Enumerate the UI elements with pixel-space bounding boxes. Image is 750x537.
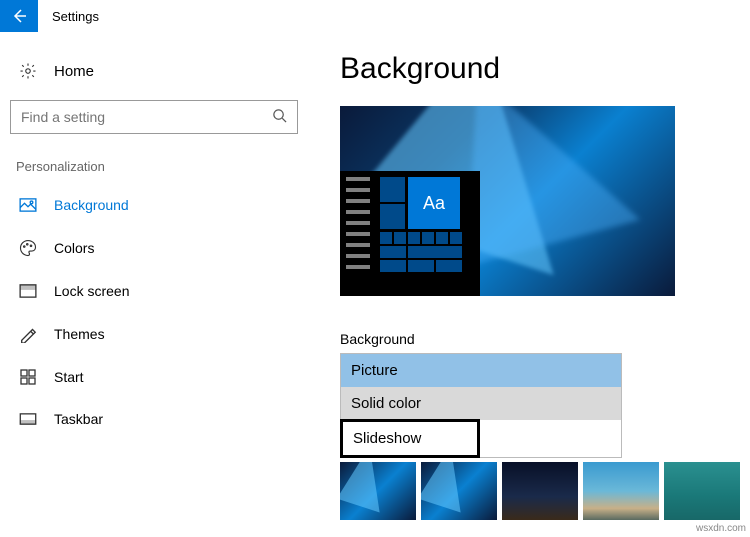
page-title: Background (340, 52, 750, 86)
sidebar-item-label: Start (54, 369, 84, 385)
preview-sample-tile: Aa (408, 177, 460, 229)
lock-screen-icon (16, 284, 40, 298)
sidebar-item-colors[interactable]: Colors (10, 226, 300, 270)
sidebar-item-themes[interactable]: Themes (10, 312, 300, 356)
picture-icon (16, 198, 40, 212)
home-label: Home (54, 63, 94, 80)
wallpaper-preview: Aa (340, 106, 675, 296)
back-button[interactable] (0, 0, 38, 32)
dropdown-option-slideshow[interactable]: Slideshow (340, 419, 480, 458)
app-title: Settings (38, 9, 99, 24)
sidebar: Home Personalization Background Colors (0, 52, 300, 520)
search-input[interactable] (21, 109, 272, 125)
sidebar-item-taskbar[interactable]: Taskbar (10, 398, 300, 440)
thumbnail-3[interactable] (502, 462, 578, 520)
picture-thumbnails (340, 462, 750, 520)
thumbnail-2[interactable] (421, 462, 497, 520)
gear-icon (16, 62, 40, 80)
sidebar-item-label: Lock screen (54, 283, 129, 299)
sidebar-item-label: Colors (54, 240, 94, 256)
background-dropdown-label: Background (340, 331, 750, 347)
search-icon (272, 108, 287, 126)
home-nav-item[interactable]: Home (10, 52, 300, 90)
search-box[interactable] (10, 100, 298, 134)
arrow-left-icon (11, 8, 27, 24)
palette-icon (16, 239, 40, 257)
taskbar-icon (16, 413, 40, 425)
sidebar-item-lock-screen[interactable]: Lock screen (10, 270, 300, 312)
sidebar-item-start[interactable]: Start (10, 356, 300, 398)
thumbnail-5[interactable] (664, 462, 740, 520)
background-dropdown[interactable]: Picture Solid color Slideshow (340, 353, 622, 458)
dropdown-option-picture[interactable]: Picture (341, 354, 621, 387)
watermark: wsxdn.com (696, 523, 746, 534)
dropdown-option-solid-color[interactable]: Solid color (341, 387, 621, 420)
thumbnail-1[interactable] (340, 462, 416, 520)
sidebar-item-label: Themes (54, 326, 105, 342)
section-title: Personalization (10, 159, 300, 184)
content-area: Background Aa Background Picture (300, 52, 750, 520)
themes-icon (16, 325, 40, 343)
sidebar-item-label: Taskbar (54, 411, 103, 427)
start-icon (16, 369, 40, 385)
sidebar-item-label: Background (54, 197, 129, 213)
sidebar-item-background[interactable]: Background (10, 184, 300, 226)
thumbnail-4[interactable] (583, 462, 659, 520)
